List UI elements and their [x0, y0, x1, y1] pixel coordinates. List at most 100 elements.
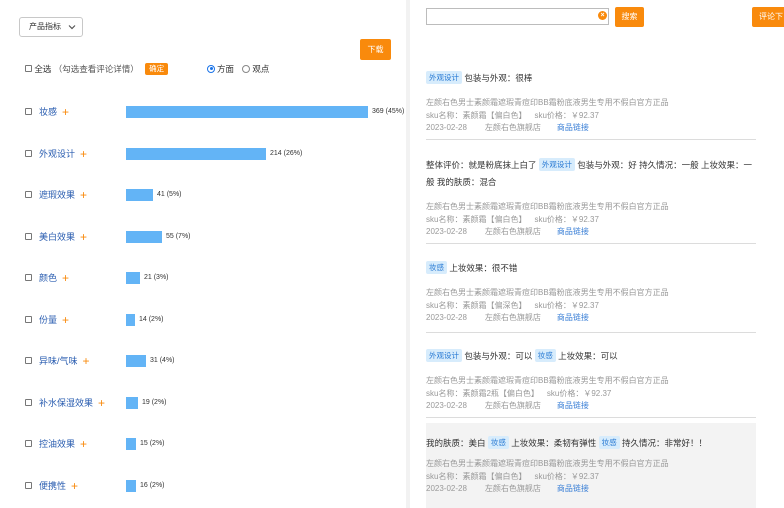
aspect-checkbox[interactable] — [25, 274, 32, 281]
aspect-stats-panel: 产品指标 下载 全选 （勾选查看评论详情） 确定 方面 观点 妆感 +369 (4… — [0, 0, 406, 508]
shop-name: 左颜右色旗舰店 — [484, 401, 541, 410]
download-button[interactable]: 下载 — [360, 39, 391, 60]
aspect-checkbox[interactable] — [25, 233, 32, 240]
review-download-button[interactable]: 评论下 — [752, 7, 784, 27]
plus-icon[interactable]: + — [80, 230, 87, 244]
sku-name: sku名称：素颜霜【偏白色】 — [426, 471, 527, 481]
product-link[interactable]: 商品链接 — [557, 401, 589, 410]
aspect-tag[interactable]: 外观设计 — [426, 349, 462, 362]
aspect-checkbox[interactable] — [25, 440, 32, 447]
select-all-label: 全选 — [34, 63, 52, 74]
aspect-tag[interactable]: 妆感 — [598, 436, 620, 449]
aspect-tag[interactable]: 外观设计 — [538, 158, 575, 171]
shop-name: 左颜右色旗舰店 — [484, 484, 541, 493]
aspect-checkbox[interactable] — [25, 191, 32, 198]
clear-icon[interactable]: × — [598, 11, 607, 20]
aspect-bar[interactable] — [126, 148, 266, 160]
aspect-checkbox[interactable] — [25, 316, 32, 323]
confirm-button[interactable]: 确定 — [145, 62, 169, 75]
aspect-bar-value: 214 (26%) — [270, 150, 303, 157]
aspect-bar[interactable] — [126, 314, 135, 326]
plus-icon[interactable]: + — [62, 271, 69, 285]
aspect-name[interactable]: 遮瑕效果 + — [39, 188, 87, 202]
aspect-name[interactable]: 补水保湿效果 + — [39, 396, 105, 410]
plus-icon[interactable]: + — [83, 354, 90, 368]
radio-aspect[interactable] — [207, 64, 215, 73]
aspect-checkbox[interactable] — [25, 399, 32, 406]
plus-icon[interactable]: + — [71, 479, 78, 493]
search-input[interactable] — [426, 8, 609, 25]
aspect-name[interactable]: 外观设计 + — [39, 147, 87, 161]
aspect-checkbox[interactable] — [25, 150, 32, 157]
review-text: 持久情况：非常好！！ — [619, 438, 707, 448]
select-all-checkbox[interactable] — [25, 65, 32, 73]
aspect-name-label: 遮瑕效果 — [39, 190, 76, 200]
plus-icon[interactable]: + — [80, 147, 87, 161]
aspect-name-label: 份量 — [39, 315, 58, 325]
radio-aspect-label: 方面 — [217, 63, 235, 74]
sku-price: sku价格：￥92.37 — [534, 214, 599, 224]
review-meta: 左颜右色男士素颜霜遮瑕青痘印BB霜粉底液男生专用不假白官方正品 sku名称：素颜霜… — [426, 201, 756, 239]
aspect-bar[interactable] — [126, 231, 162, 243]
sku-name: sku名称：素颜霜【偏白色】 — [426, 214, 527, 224]
review-text: 我的肤质：美白 — [426, 438, 488, 448]
aspect-bar-value: 55 (7%) — [166, 233, 191, 240]
aspect-name[interactable]: 美白效果 + — [39, 230, 87, 244]
review-date: 2023-02-28 — [426, 484, 467, 493]
plus-icon[interactable]: + — [62, 313, 69, 327]
aspect-name[interactable]: 颜色 + — [39, 271, 69, 285]
product-link[interactable]: 商品链接 — [557, 313, 589, 322]
aspect-bar-value: 16 (2%) — [140, 482, 165, 489]
aspect-name-label: 妆感 — [39, 107, 58, 117]
aspect-bar[interactable] — [126, 355, 146, 367]
sku-price: sku价格：￥92.37 — [534, 110, 599, 120]
review-card: 外观设计 包装与外观：很棒 左颜右色男士素颜霜遮瑕青痘印BB霜粉底液男生专用不假白… — [426, 68, 756, 140]
review-meta: 左颜右色男士素颜霜遮瑕青痘印BB霜粉底液男生专用不假白官方正品 sku名称：素颜霜… — [426, 458, 756, 496]
aspect-bar-value: 19 (2%) — [142, 399, 167, 406]
aspect-bar[interactable] — [126, 272, 140, 284]
aspect-bar-value: 15 (2%) — [140, 440, 165, 447]
review-text: 上妆效果：可以 — [555, 351, 618, 361]
aspect-tag[interactable]: 妆感 — [487, 436, 509, 449]
aspect-checkbox[interactable] — [25, 482, 32, 489]
plus-icon[interactable]: + — [98, 396, 105, 410]
aspect-tag[interactable]: 妆感 — [426, 261, 447, 274]
aspect-bar[interactable] — [126, 189, 153, 201]
aspect-checkbox[interactable] — [25, 357, 32, 364]
review-card: 外观设计 包装与外观：可以 妆感 上妆效果：可以 左颜右色男士素颜霜遮瑕青痘印BB… — [426, 346, 756, 418]
search-button[interactable]: 搜索 — [615, 7, 644, 27]
aspect-checkbox[interactable] — [25, 108, 32, 115]
review-meta: 左颜右色男士素颜霜遮瑕青痘印BB霜粉底液男生专用不假白官方正品 sku名称：素颜霜… — [426, 97, 756, 135]
aspect-bar-value: 31 (4%) — [150, 357, 175, 364]
plus-icon[interactable]: + — [80, 437, 87, 451]
review-content: 妆感 上妆效果：很不错 — [426, 260, 756, 277]
aspect-name-label: 颜色 — [39, 273, 58, 283]
radio-opinion-label: 观点 — [252, 63, 270, 74]
aspect-name[interactable]: 异味/气味 + — [39, 354, 90, 368]
shop-name: 左颜右色旗舰店 — [484, 313, 541, 322]
aspect-tag[interactable]: 外观设计 — [426, 71, 462, 84]
aspect-bar[interactable] — [126, 480, 136, 492]
aspect-bar[interactable] — [126, 106, 368, 118]
plus-icon[interactable]: + — [62, 105, 69, 119]
product-link[interactable]: 商品链接 — [557, 227, 589, 236]
metric-dropdown[interactable]: 产品指标 — [19, 17, 83, 37]
aspect-bar-value: 21 (3%) — [144, 274, 169, 281]
product-link[interactable]: 商品链接 — [557, 484, 589, 493]
radio-opinion[interactable] — [242, 64, 251, 73]
aspect-bar[interactable] — [126, 438, 136, 450]
aspect-name[interactable]: 份量 + — [39, 313, 69, 327]
aspect-bar[interactable] — [126, 397, 138, 409]
product-link[interactable]: 商品链接 — [557, 123, 589, 132]
aspect-name-label: 便携性 — [39, 481, 67, 491]
aspect-name[interactable]: 便携性 + — [39, 479, 78, 493]
select-all-row: 全选 （勾选查看评论详情） 确定 — [25, 62, 169, 75]
product-title: 左颜右色男士素颜霜遮瑕青痘印BB霜粉底液男生专用不假白官方正品 — [426, 459, 669, 468]
shop-name: 左颜右色旗舰店 — [484, 227, 541, 236]
aspect-tag[interactable]: 妆感 — [534, 349, 556, 362]
chevron-down-icon — [68, 25, 76, 30]
aspect-name[interactable]: 控油效果 + — [39, 437, 87, 451]
aspect-name-label: 控油效果 — [39, 439, 76, 449]
plus-icon[interactable]: + — [80, 188, 87, 202]
aspect-name[interactable]: 妆感 + — [39, 105, 69, 119]
